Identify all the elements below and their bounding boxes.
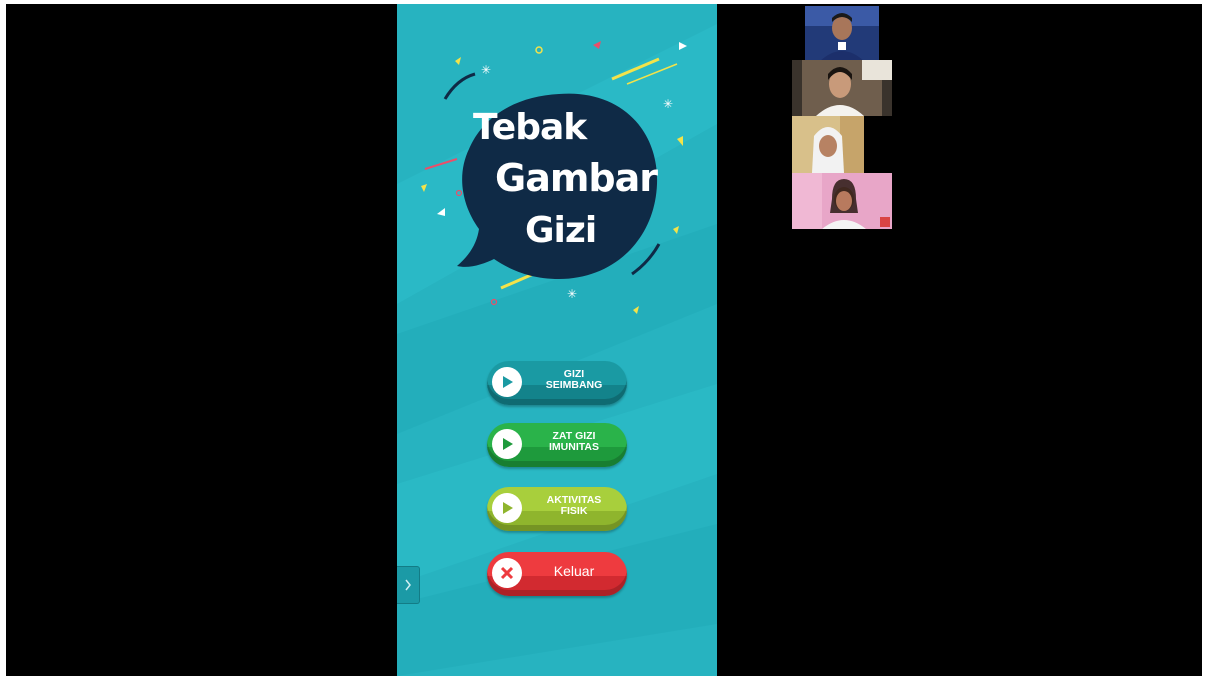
app-title-line-1: Tebak	[473, 107, 587, 148]
play-icon	[492, 429, 522, 459]
play-icon	[492, 493, 522, 523]
participant-video-3[interactable]	[792, 116, 864, 173]
svg-text:✳: ✳	[567, 287, 577, 301]
aktivitas-fisik-button[interactable]: AKTIVITAS FISIK	[487, 487, 627, 531]
svg-text:✳: ✳	[663, 97, 673, 111]
play-icon	[492, 367, 522, 397]
keluar-button[interactable]: Keluar	[487, 552, 627, 596]
zat-gizi-imunitas-button[interactable]: ZAT GIZI IMUNITAS	[487, 423, 627, 467]
participant-video-1[interactable]	[805, 6, 879, 62]
zat-gizi-imunitas-label: ZAT GIZI IMUNITAS	[549, 430, 599, 453]
sidebar-toggle[interactable]	[397, 566, 420, 604]
video-call-screen: ✳ ✳ ✳ Tebak Gambar Gizi GIZI SEIMBANG ZA…	[6, 4, 1202, 676]
chevron-right-icon	[405, 579, 411, 591]
gizi-seimbang-button[interactable]: GIZI SEIMBANG	[487, 361, 627, 405]
close-x-icon	[492, 558, 522, 588]
participant-video-2[interactable]	[792, 60, 892, 116]
app-title-line-3: Gizi	[525, 210, 597, 251]
participant-video-4[interactable]	[792, 173, 892, 229]
game-app-panel: ✳ ✳ ✳ Tebak Gambar Gizi GIZI SEIMBANG ZA…	[397, 4, 717, 676]
app-title-line-2: Gambar	[495, 156, 658, 200]
gizi-seimbang-label: GIZI SEIMBANG	[545, 368, 603, 391]
aktivitas-fisik-label: AKTIVITAS FISIK	[546, 494, 602, 517]
keluar-label: Keluar	[553, 562, 595, 579]
